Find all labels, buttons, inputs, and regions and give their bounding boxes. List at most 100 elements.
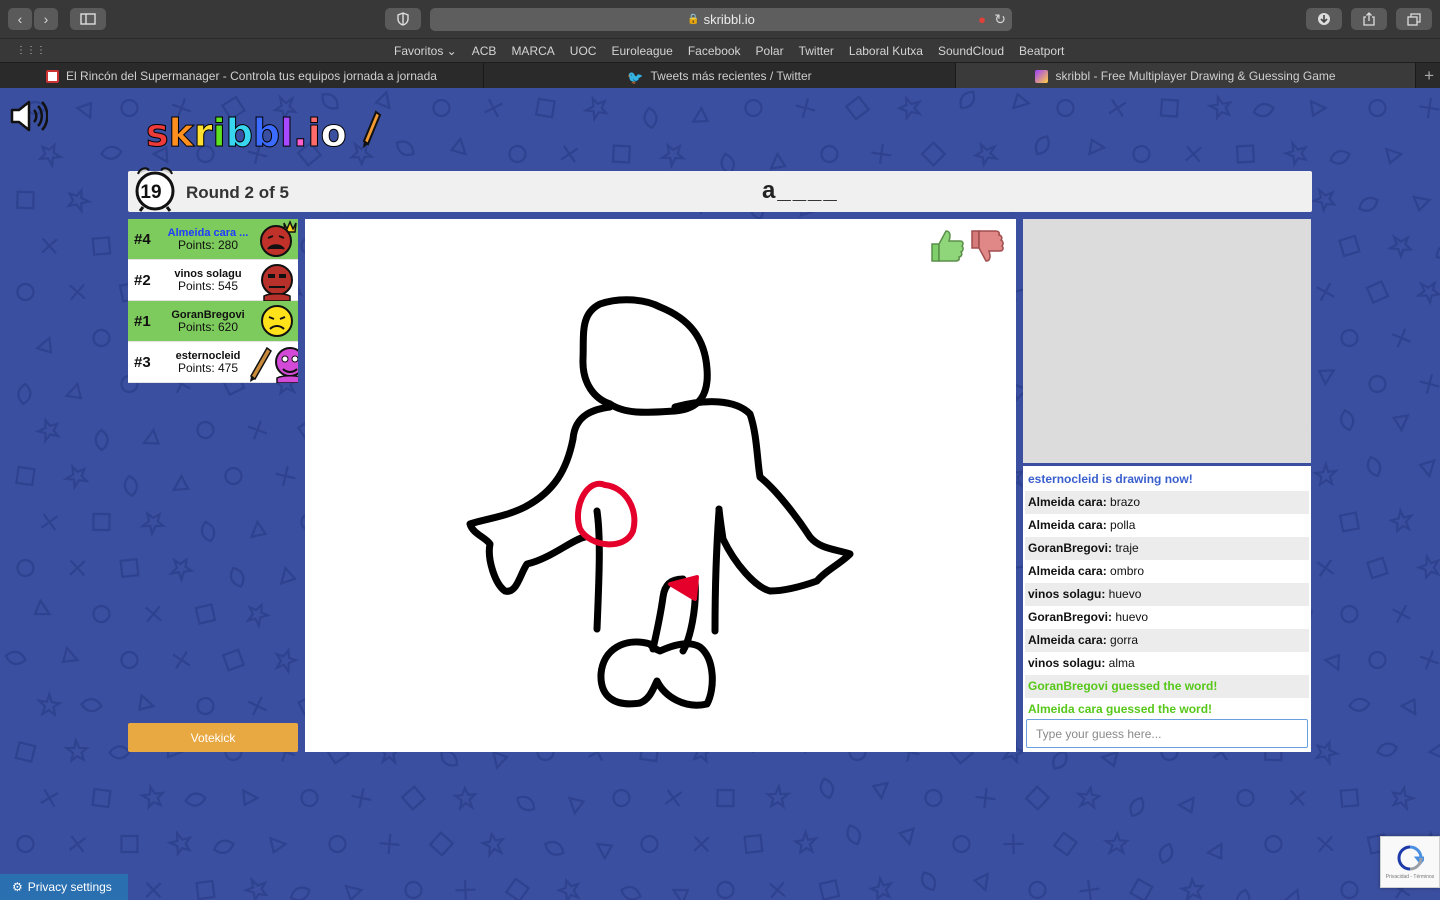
- chat-text: alma: [1105, 656, 1135, 670]
- forward-button[interactable]: ›: [34, 8, 58, 30]
- favorite-link[interactable]: Euroleague: [611, 44, 672, 58]
- background-doodle: [1056, 98, 1075, 118]
- background-doodle: [200, 520, 216, 543]
- background-doodle: [640, 834, 659, 854]
- favorite-link[interactable]: MARCA: [511, 44, 554, 58]
- chat-author: vinos solagu:: [1028, 587, 1106, 601]
- player-rank: #1: [134, 313, 151, 330]
- background-doodle: [1079, 879, 1100, 900]
- background-doodle: [1178, 876, 1206, 900]
- background-doodle: [1310, 187, 1337, 214]
- tab-skribbl[interactable]: skribbl - Free Multiplayer Drawing & Gue…: [956, 63, 1416, 89]
- player-rank: #2: [134, 272, 151, 289]
- apps-grid-icon[interactable]: ⋮⋮⋮: [16, 46, 46, 56]
- player-points: Points: 280: [177, 238, 239, 252]
- background-doodle: [268, 836, 288, 855]
- background-doodle: [404, 880, 423, 900]
- background-doodle: [1309, 99, 1328, 118]
- share-icon: [1363, 12, 1375, 26]
- skribbl-page: skribbl.io 19 Round 2 of 5 a____ #4 Alme…: [0, 88, 1440, 900]
- chat-text: huevo: [1112, 610, 1149, 624]
- background-doodle: [691, 105, 710, 123]
- tab-label: Tweets más recientes / Twitter: [650, 69, 812, 83]
- background-doodle: [1088, 137, 1107, 156]
- background-doodle: [1129, 796, 1145, 818]
- chat-text: polla: [1106, 518, 1136, 532]
- favorite-link[interactable]: Laboral Kutxa: [849, 44, 923, 58]
- favorite-link[interactable]: Facebook: [688, 44, 741, 58]
- drawing-canvas[interactable]: [305, 219, 1016, 752]
- background-doodle: [242, 788, 260, 807]
- background-doodle: [1390, 784, 1417, 812]
- sidebar-toggle-button[interactable]: [70, 8, 106, 30]
- microphone-icon[interactable]: ●: [978, 12, 986, 27]
- tab-bar: El Rincón del Supermanager - Controla tu…: [0, 62, 1440, 89]
- background-doodle: [221, 648, 246, 672]
- downloads-button[interactable]: [1306, 8, 1342, 30]
- background-doodle: [1387, 506, 1415, 534]
- pencil-icon: [362, 110, 382, 148]
- address-bar[interactable]: 🔒 skribbl.io ● ↻: [430, 8, 1012, 31]
- background-doodle: [120, 834, 139, 854]
- background-doodle: [1391, 413, 1410, 433]
- background-doodle: [63, 736, 91, 764]
- reload-icon[interactable]: ↻: [994, 11, 1006, 28]
- sound-icon[interactable]: [8, 98, 48, 134]
- guess-input[interactable]: [1026, 719, 1308, 748]
- background-doodle: [171, 473, 190, 492]
- background-doodle: [560, 145, 579, 163]
- drawing-pencil-icon: [250, 346, 272, 381]
- background-doodle: [17, 382, 32, 406]
- background-doodle: [274, 647, 300, 675]
- background-doodle: [1340, 328, 1359, 348]
- background-doodle: [249, 519, 268, 539]
- background-doodle: [1205, 841, 1223, 861]
- tab-supermanager[interactable]: El Rincón del Supermanager - Controla tu…: [0, 63, 484, 89]
- background-doodle: [479, 831, 506, 859]
- chat-message: Almeida cara: ombro: [1025, 560, 1309, 583]
- chat-message: Almeida cara: brazo: [1025, 491, 1309, 514]
- background-doodle: [1348, 697, 1371, 712]
- favorite-link[interactable]: SoundCloud: [938, 44, 1004, 58]
- background-doodle: [1236, 788, 1255, 808]
- background-doodle: [139, 510, 167, 538]
- lock-icon: 🔒: [687, 14, 700, 25]
- background-doodle: [595, 842, 614, 861]
- background-doodle: [1338, 234, 1361, 258]
- background-doodle: [1252, 102, 1275, 118]
- favorite-link[interactable]: Favoritos ⌄: [394, 44, 457, 58]
- background-doodle: [743, 833, 764, 855]
- background-doodle: [16, 282, 35, 302]
- tab-overview-button[interactable]: [1396, 8, 1432, 30]
- favorites-bar: ⋮⋮⋮ Favoritos ⌄ ACB MARCA UOC Euroleague Face…: [0, 38, 1440, 62]
- new-tab-icon[interactable]: +: [1424, 66, 1434, 86]
- background-doodle: [1158, 842, 1174, 865]
- tab-twitter[interactable]: 🐦 Tweets más recientes / Twitter: [484, 63, 956, 89]
- favorite-link[interactable]: Polar: [756, 44, 784, 58]
- favorite-link[interactable]: UOC: [570, 44, 597, 58]
- background-doodle: [16, 834, 35, 854]
- background-doodle: [764, 782, 792, 810]
- background-doodle: [1368, 98, 1387, 118]
- background-doodle: [1236, 888, 1251, 900]
- background-doodle: [659, 142, 687, 170]
- background-doodle: [41, 237, 58, 255]
- chat-author: Almeida cara:: [1028, 518, 1107, 532]
- privacy-settings-button[interactable]: ⚙ Privacy settings: [0, 874, 128, 900]
- votekick-button[interactable]: Votekick: [128, 723, 298, 752]
- background-doodle: [716, 788, 735, 808]
- favorite-link[interactable]: ACB: [472, 44, 497, 58]
- recaptcha-badge[interactable]: Privacidad - Términos: [1380, 836, 1440, 888]
- background-doodle: [744, 98, 763, 118]
- favorite-link[interactable]: Beatport: [1019, 44, 1064, 58]
- back-button[interactable]: ‹: [8, 8, 32, 30]
- background-doodle: [693, 835, 710, 853]
- background-doodle: [1340, 604, 1359, 624]
- background-doodle: [1028, 880, 1047, 900]
- skribbl-logo: skribbl.io: [146, 110, 382, 156]
- background-doodle: [544, 840, 565, 856]
- favorite-link[interactable]: Twitter: [799, 44, 834, 58]
- privacy-shield-button[interactable]: [385, 8, 421, 30]
- share-button[interactable]: [1351, 8, 1387, 30]
- background-doodle: [516, 795, 536, 812]
